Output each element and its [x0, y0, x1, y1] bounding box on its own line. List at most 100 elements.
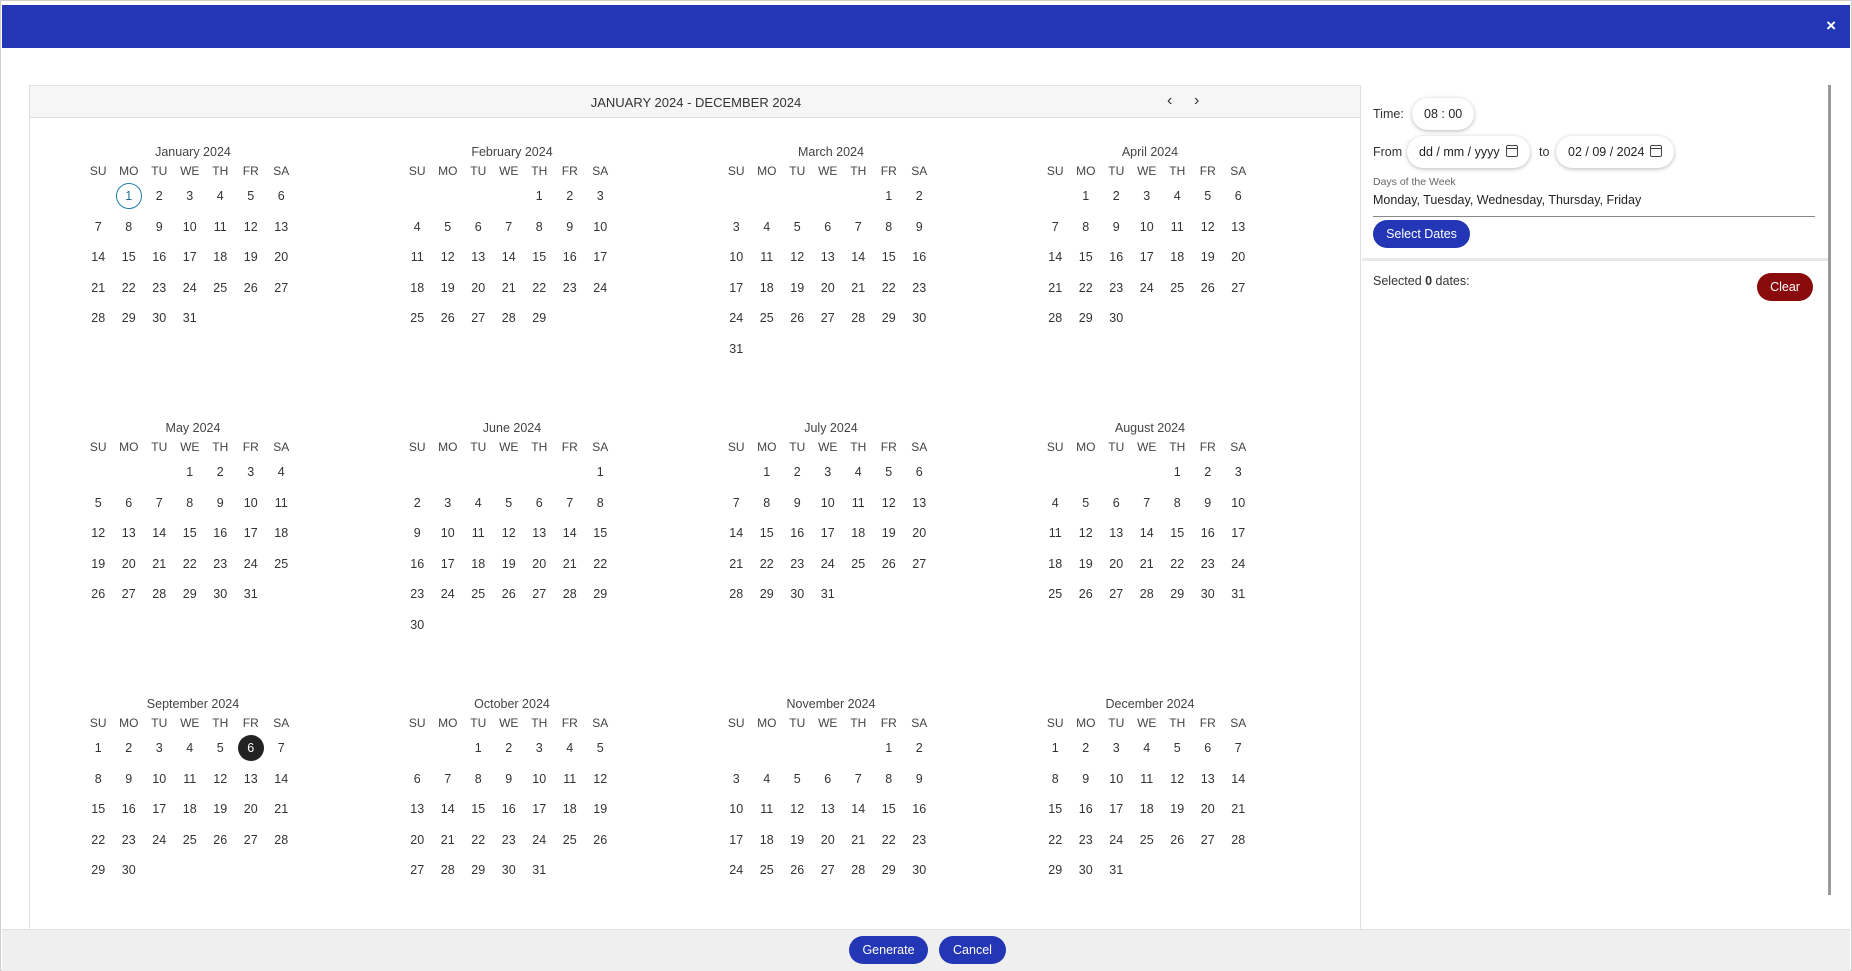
- day-cell[interactable]: 21: [266, 794, 297, 825]
- day-cell[interactable]: 20: [463, 273, 494, 304]
- calendar-icon[interactable]: [1650, 145, 1663, 157]
- day-cell[interactable]: 7: [433, 764, 464, 795]
- day-cell[interactable]: 4: [843, 457, 874, 488]
- day-cell[interactable]: 25: [266, 549, 297, 580]
- day-cell[interactable]: 19: [1162, 794, 1193, 825]
- day-cell[interactable]: 9: [555, 212, 586, 243]
- day-cell[interactable]: 8: [114, 212, 145, 243]
- day-cell[interactable]: 15: [524, 242, 555, 273]
- day-cell[interactable]: 26: [205, 825, 236, 856]
- cancel-button[interactable]: Cancel: [939, 936, 1006, 964]
- day-cell[interactable]: 22: [83, 825, 114, 856]
- day-cell[interactable]: 31: [1101, 855, 1132, 886]
- day-cell[interactable]: 9: [494, 764, 525, 795]
- day-cell[interactable]: 9: [1193, 488, 1224, 519]
- day-cell[interactable]: 29: [463, 855, 494, 886]
- day-cell[interactable]: 16: [1193, 518, 1224, 549]
- day-cell[interactable]: 27: [813, 303, 844, 334]
- day-cell[interactable]: 15: [175, 518, 206, 549]
- day-cell[interactable]: 29: [874, 303, 905, 334]
- day-cell[interactable]: 11: [205, 212, 236, 243]
- day-cell[interactable]: 3: [813, 457, 844, 488]
- day-cell[interactable]: 23: [782, 549, 813, 580]
- day-cell[interactable]: 17: [236, 518, 267, 549]
- day-cell[interactable]: 22: [752, 549, 783, 580]
- day-cell[interactable]: 24: [1101, 825, 1132, 856]
- day-cell[interactable]: 9: [402, 518, 433, 549]
- day-cell[interactable]: 27: [463, 303, 494, 334]
- day-cell[interactable]: 16: [904, 242, 935, 273]
- day-cell[interactable]: 6: [813, 212, 844, 243]
- day-cell[interactable]: 18: [1162, 242, 1193, 273]
- day-cell[interactable]: 30: [904, 303, 935, 334]
- day-cell[interactable]: 21: [144, 549, 175, 580]
- day-cell[interactable]: 19: [83, 549, 114, 580]
- day-cell[interactable]: 15: [1040, 794, 1071, 825]
- day-cell[interactable]: 4: [175, 733, 206, 764]
- day-cell[interactable]: 20: [236, 794, 267, 825]
- day-cell[interactable]: 28: [1040, 303, 1071, 334]
- day-cell[interactable]: 29: [114, 303, 145, 334]
- day-cell[interactable]: 20: [402, 825, 433, 856]
- day-cell[interactable]: 31: [813, 579, 844, 610]
- day-cell[interactable]: 24: [585, 273, 616, 304]
- day-cell[interactable]: 4: [1132, 733, 1163, 764]
- day-cell[interactable]: 30: [402, 610, 433, 641]
- day-cell[interactable]: 31: [524, 855, 555, 886]
- day-cell[interactable]: 9: [1071, 764, 1102, 795]
- day-cell[interactable]: 19: [433, 273, 464, 304]
- day-cell[interactable]: 18: [463, 549, 494, 580]
- day-cell[interactable]: 21: [1132, 549, 1163, 580]
- day-cell[interactable]: 24: [1223, 549, 1254, 580]
- day-cell[interactable]: 25: [752, 855, 783, 886]
- day-cell[interactable]: 6: [1193, 733, 1224, 764]
- day-cell[interactable]: 11: [463, 518, 494, 549]
- day-cell[interactable]: 14: [144, 518, 175, 549]
- day-cell[interactable]: 15: [463, 794, 494, 825]
- day-cell[interactable]: 12: [874, 488, 905, 519]
- day-cell[interactable]: 8: [874, 764, 905, 795]
- day-cell[interactable]: 12: [494, 518, 525, 549]
- day-cell[interactable]: 2: [782, 457, 813, 488]
- day-cell[interactable]: 14: [1132, 518, 1163, 549]
- day-cell[interactable]: 5: [494, 488, 525, 519]
- day-cell[interactable]: 6: [114, 488, 145, 519]
- day-cell[interactable]: 22: [1162, 549, 1193, 580]
- day-cell[interactable]: 12: [1071, 518, 1102, 549]
- day-cell[interactable]: 5: [782, 764, 813, 795]
- day-cell[interactable]: 20: [813, 825, 844, 856]
- day-cell[interactable]: 12: [1193, 212, 1224, 243]
- day-cell[interactable]: 29: [874, 855, 905, 886]
- day-cell[interactable]: 31: [236, 579, 267, 610]
- day-cell[interactable]: 20: [114, 549, 145, 580]
- day-cell[interactable]: 19: [585, 794, 616, 825]
- from-date-input[interactable]: dd / mm / yyyy: [1407, 136, 1530, 168]
- day-cell[interactable]: 25: [1132, 825, 1163, 856]
- day-cell[interactable]: 8: [585, 488, 616, 519]
- day-cell[interactable]: 4: [1162, 181, 1193, 212]
- day-cell[interactable]: 4: [1040, 488, 1071, 519]
- day-cell[interactable]: 28: [555, 579, 586, 610]
- day-cell[interactable]: 12: [433, 242, 464, 273]
- day-cell[interactable]: 22: [874, 825, 905, 856]
- day-cell[interactable]: 10: [1132, 212, 1163, 243]
- day-cell[interactable]: 21: [843, 825, 874, 856]
- day-cell[interactable]: 13: [1101, 518, 1132, 549]
- day-cell[interactable]: 3: [236, 457, 267, 488]
- day-cell[interactable]: 30: [144, 303, 175, 334]
- day-cell[interactable]: 16: [782, 518, 813, 549]
- day-cell[interactable]: 22: [463, 825, 494, 856]
- day-cell[interactable]: 12: [1162, 764, 1193, 795]
- day-cell[interactable]: 30: [205, 579, 236, 610]
- day-cell[interactable]: 14: [433, 794, 464, 825]
- day-cell[interactable]: 4: [555, 733, 586, 764]
- day-cell[interactable]: 22: [114, 273, 145, 304]
- day-cell[interactable]: 20: [524, 549, 555, 580]
- day-cell[interactable]: 24: [721, 855, 752, 886]
- day-cell[interactable]: 24: [144, 825, 175, 856]
- day-cell[interactable]: 18: [402, 273, 433, 304]
- day-cell[interactable]: 2: [402, 488, 433, 519]
- day-cell[interactable]: 17: [1101, 794, 1132, 825]
- day-cell[interactable]: 28: [1132, 579, 1163, 610]
- day-cell[interactable]: 29: [83, 855, 114, 886]
